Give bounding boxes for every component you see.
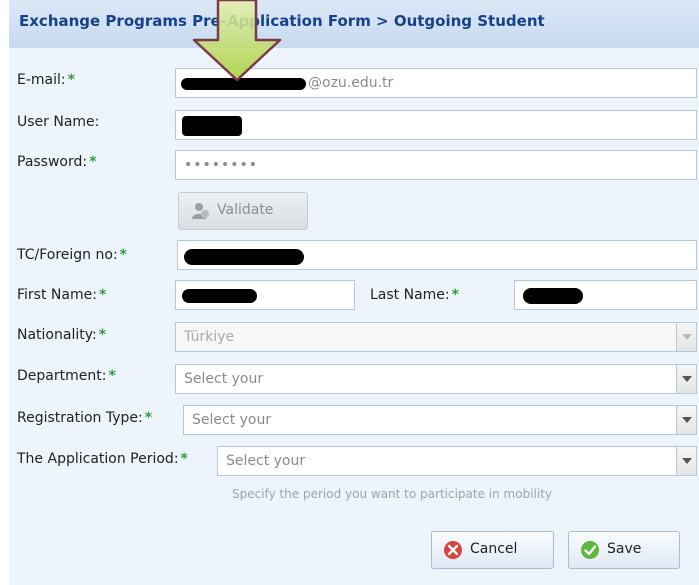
- redacted-username: [182, 116, 242, 136]
- chevron-down-icon[interactable]: [676, 365, 696, 393]
- username-label: User Name:: [17, 114, 100, 130]
- chevron-down-icon[interactable]: [676, 447, 696, 475]
- validate-label: Validate: [217, 202, 274, 218]
- lastname-label: Last Name: *: [370, 287, 459, 303]
- chevron-down-icon[interactable]: [676, 323, 696, 351]
- redacted-firstname: [182, 289, 257, 303]
- chevron-down-icon[interactable]: [676, 406, 696, 434]
- save-label: Save: [607, 541, 642, 557]
- department-label: Department: *: [17, 368, 116, 384]
- form-header: Exchange Programs Pre-Application Form >…: [9, 0, 699, 49]
- period-select[interactable]: Select your: [217, 446, 697, 476]
- user-check-icon: [191, 202, 209, 220]
- period-label: The Application Period: *: [17, 451, 188, 467]
- firstname-field[interactable]: [175, 280, 355, 310]
- nationality-select[interactable]: Türkiye: [175, 322, 697, 352]
- password-field[interactable]: ••••••••: [175, 150, 697, 180]
- cancel-button[interactable]: Cancel: [431, 531, 554, 569]
- redacted-tc: [184, 249, 304, 265]
- regtype-select[interactable]: Select your: [183, 405, 697, 435]
- firstname-label: First Name: *: [17, 287, 107, 303]
- nationality-value: Türkiye: [184, 329, 235, 345]
- period-hint: Specify the period you want to participa…: [232, 487, 553, 501]
- tc-field[interactable]: [177, 240, 697, 270]
- save-button[interactable]: Save: [568, 531, 680, 569]
- email-label: E-mail: *: [17, 72, 75, 88]
- lastname-field[interactable]: [514, 280, 697, 310]
- nationality-label: Nationality: *: [17, 327, 107, 343]
- username-field[interactable]: [175, 110, 697, 140]
- password-mask: ••••••••: [184, 157, 259, 173]
- department-placeholder: Select your: [184, 371, 264, 387]
- tc-label: TC/Foreign no: *: [17, 247, 127, 263]
- password-label: Password: *: [17, 154, 97, 170]
- redacted-lastname: [523, 288, 583, 304]
- checkmark-icon: [581, 541, 599, 559]
- regtype-label: Registration Type: *: [17, 410, 153, 426]
- department-select[interactable]: Select your: [175, 364, 697, 394]
- email-domain: @ozu.edu.tr: [308, 75, 394, 91]
- period-placeholder: Select your: [226, 453, 306, 469]
- cancel-x-icon: [444, 541, 462, 559]
- cancel-label: Cancel: [470, 541, 518, 557]
- validate-button[interactable]: Validate: [178, 192, 308, 230]
- regtype-placeholder: Select your: [192, 412, 272, 428]
- down-arrow-icon: [192, 0, 282, 82]
